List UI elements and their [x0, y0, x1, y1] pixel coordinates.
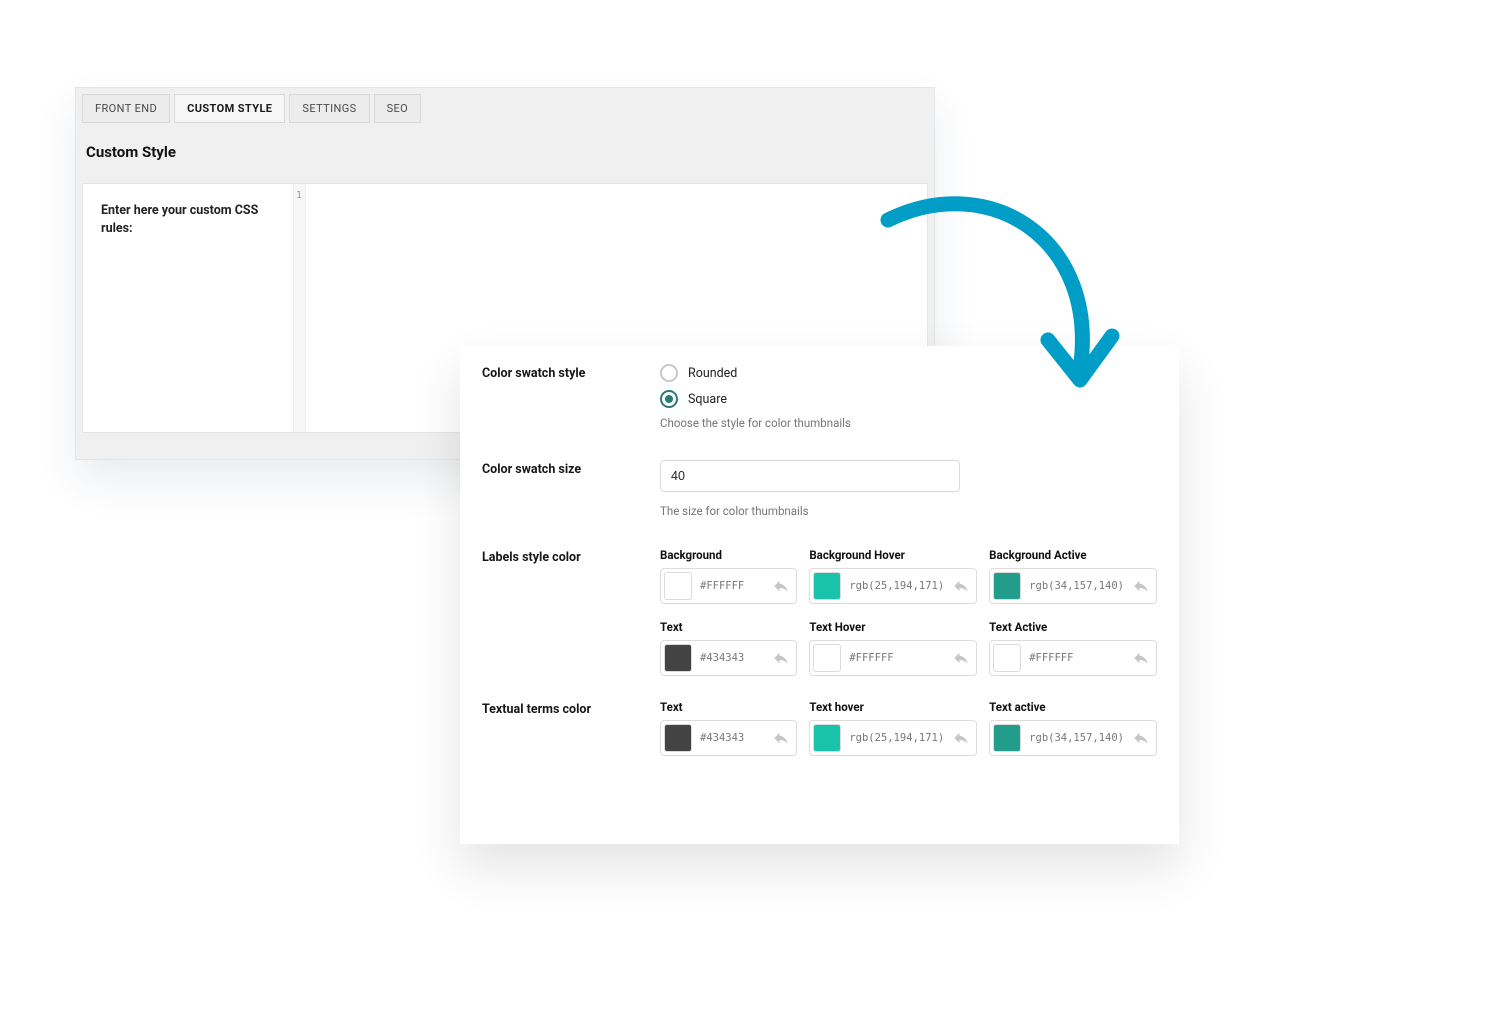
row-labels-color: Labels style color Background#FFFFFFBack…	[482, 548, 1157, 676]
radio-label: Square	[688, 392, 727, 407]
labels-cell: Background Hover rgb(25,194,171)	[809, 548, 977, 604]
radio-label: Rounded	[688, 366, 737, 381]
labels-color-values: Background #FFFFFF Background Hover rgb(25,…	[660, 548, 1157, 676]
radio-rounded[interactable]: Rounded	[660, 364, 1157, 382]
color-swatch[interactable]	[813, 724, 841, 752]
color-swatch[interactable]	[813, 644, 841, 672]
reset-icon[interactable]	[952, 649, 970, 667]
textual-color-input[interactable]: rgb(34,157,140)	[989, 720, 1157, 756]
reset-icon[interactable]	[1132, 729, 1150, 747]
panel-title: Custom Style	[76, 123, 934, 183]
swatch-size-input[interactable]	[660, 460, 960, 492]
labels-color-input[interactable]: #FFFFFF	[809, 640, 977, 676]
labels-cell-label: Background	[660, 548, 797, 562]
labels-color-input[interactable]: #FFFFFF	[660, 568, 797, 604]
reset-icon[interactable]	[1132, 649, 1150, 667]
color-value[interactable]: rgb(25,194,171)	[849, 732, 944, 744]
swatch-style-label: Color swatch style	[482, 364, 660, 430]
color-swatch[interactable]	[813, 572, 841, 600]
labels-color-grid: Background #FFFFFF Background Hover rgb(25,…	[660, 548, 1157, 676]
line-number: 1	[294, 190, 302, 201]
reset-icon[interactable]	[952, 577, 970, 595]
radio-icon	[660, 390, 678, 408]
css-editor-gutter[interactable]: 1	[293, 184, 306, 432]
row-swatch-size: Color swatch size The size for color thu…	[482, 460, 1157, 518]
css-rules-label: Enter here your custom CSS rules:	[83, 184, 293, 432]
style-settings-panel: Color swatch style Rounded Square Choose…	[460, 346, 1179, 844]
labels-cell: Text #434343	[660, 620, 797, 676]
color-value[interactable]: rgb(34,157,140)	[1029, 580, 1124, 592]
color-swatch[interactable]	[993, 644, 1021, 672]
labels-color-input[interactable]: rgb(34,157,140)	[989, 568, 1157, 604]
textual-cell: Text #434343	[660, 700, 797, 756]
reset-icon[interactable]	[1132, 577, 1150, 595]
reset-icon[interactable]	[772, 729, 790, 747]
labels-cell-label: Text Hover	[809, 620, 977, 634]
tab-settings[interactable]: SETTINGS	[289, 94, 369, 123]
labels-cell-label: Text Active	[989, 620, 1157, 634]
labels-color-input[interactable]: #434343	[660, 640, 797, 676]
tab-custom-style[interactable]: CUSTOM STYLE	[174, 94, 285, 123]
swatch-size-help: The size for color thumbnails	[660, 504, 1157, 518]
tab-front-end[interactable]: FRONT END	[82, 94, 170, 123]
color-swatch[interactable]	[993, 572, 1021, 600]
color-swatch[interactable]	[664, 572, 692, 600]
color-value[interactable]: rgb(25,194,171)	[849, 580, 944, 592]
textual-color-label: Textual terms color	[482, 700, 660, 756]
textual-cell: Text hover rgb(25,194,171)	[809, 700, 977, 756]
labels-color-input[interactable]: #FFFFFF	[989, 640, 1157, 676]
textual-cell-label: Text active	[989, 700, 1157, 714]
swatch-size-label: Color swatch size	[482, 460, 660, 518]
textual-cell: Text active rgb(34,157,140)	[989, 700, 1157, 756]
color-swatch[interactable]	[664, 644, 692, 672]
color-swatch[interactable]	[993, 724, 1021, 752]
color-value[interactable]: rgb(34,157,140)	[1029, 732, 1124, 744]
radio-icon	[660, 364, 678, 382]
row-textual-color: Textual terms color Text #434343 Text hove…	[482, 700, 1157, 756]
labels-color-label: Labels style color	[482, 548, 660, 676]
swatch-size-values: The size for color thumbnails	[660, 460, 1157, 518]
labels-cell: Text Active #FFFFFF	[989, 620, 1157, 676]
color-value[interactable]: #FFFFFF	[1029, 652, 1124, 664]
swatch-style-help: Choose the style for color thumbnails	[660, 416, 1157, 430]
textual-color-input[interactable]: rgb(25,194,171)	[809, 720, 977, 756]
textual-color-grid: Text#434343Text hoverrgb(25,194,171)Text…	[660, 700, 1157, 756]
color-value[interactable]: #FFFFFF	[700, 580, 764, 592]
reset-icon[interactable]	[772, 649, 790, 667]
textual-cell-label: Text	[660, 700, 797, 714]
labels-cell-label: Text	[660, 620, 797, 634]
textual-color-values: Text#434343Text hoverrgb(25,194,171)Text…	[660, 700, 1157, 756]
tabs-row: FRONT END CUSTOM STYLE SETTINGS SEO	[76, 88, 934, 123]
labels-cell: Background #FFFFFF	[660, 548, 797, 604]
tab-seo[interactable]: SEO	[374, 94, 422, 123]
labels-color-input[interactable]: rgb(25,194,171)	[809, 568, 977, 604]
radio-square[interactable]: Square	[660, 390, 1157, 408]
color-value[interactable]: #FFFFFF	[849, 652, 944, 664]
color-value[interactable]: #434343	[700, 732, 764, 744]
swatch-style-values: Rounded Square Choose the style for colo…	[660, 364, 1157, 430]
labels-cell: Text Hover #FFFFFF	[809, 620, 977, 676]
color-value[interactable]: #434343	[700, 652, 764, 664]
color-swatch[interactable]	[664, 724, 692, 752]
labels-cell: Background Active rgb(34,157,140)	[989, 548, 1157, 604]
labels-cell-label: Background Hover	[809, 548, 977, 562]
reset-icon[interactable]	[952, 729, 970, 747]
reset-icon[interactable]	[772, 577, 790, 595]
row-swatch-style: Color swatch style Rounded Square Choose…	[482, 364, 1157, 430]
textual-cell-label: Text hover	[809, 700, 977, 714]
labels-cell-label: Background Active	[989, 548, 1157, 562]
textual-color-input[interactable]: #434343	[660, 720, 797, 756]
